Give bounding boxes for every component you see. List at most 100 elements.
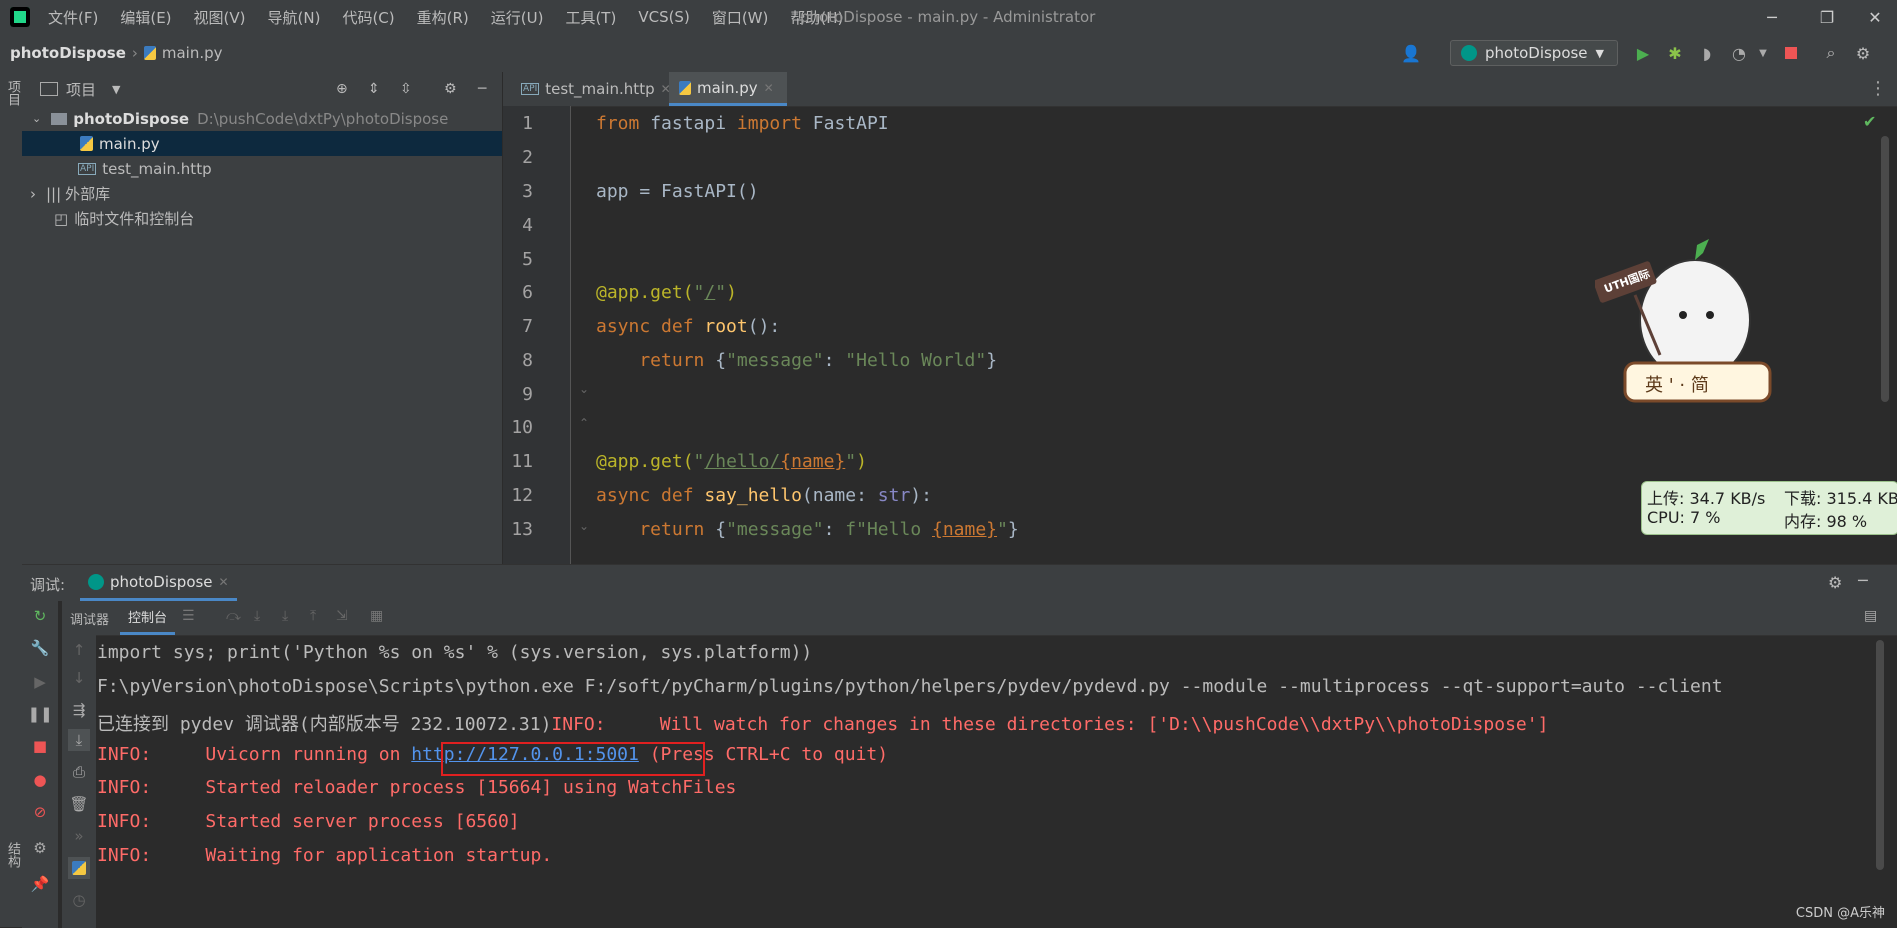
route-path: / (704, 282, 716, 303)
run-icon[interactable]: ▶ (1632, 42, 1654, 64)
keyword: async def (596, 485, 705, 506)
keyword: from (596, 113, 640, 134)
menu-file[interactable]: 文件(F) (48, 7, 98, 28)
scrollbar[interactable] (1881, 136, 1889, 402)
evaluate-icon[interactable]: ▦ (370, 608, 383, 624)
menu-run[interactable]: 运行(U) (491, 7, 544, 28)
expand-all-icon[interactable]: ⇕ (368, 81, 380, 97)
breadcrumb: photoDispose › main.py (10, 34, 223, 72)
more-options-icon[interactable]: ⋮ (1869, 78, 1887, 99)
check-icon: ✔ (1863, 112, 1877, 131)
root-path: D:\pushCode\dxtPy\photoDispose (197, 109, 449, 128)
menu-vcs[interactable]: VCS(S) (638, 8, 689, 26)
tree-item-scratches[interactable]: ◰ 临时文件和控制台 (22, 206, 502, 231)
close-icon[interactable]: ✕ (764, 81, 774, 95)
tab-test-main-http[interactable]: API test_main.http ✕ (511, 72, 671, 106)
python-file-icon (679, 80, 691, 95)
tree-root[interactable]: ⌄ photoDispose D:\pushCode\dxtPy\photoDi… (22, 106, 502, 131)
tree-item-external-libs[interactable]: › ||| 外部库 (22, 181, 502, 206)
console-line: F:\pyVersion\photoDispose\Scripts\python… (97, 676, 1723, 697)
highlight-box (441, 742, 705, 776)
folder-icon (51, 112, 68, 125)
punctuation: : (823, 519, 846, 540)
debug-icon[interactable]: ✱ (1664, 42, 1686, 64)
scratches-icon: ◰ (54, 209, 69, 228)
maximize-button[interactable]: ❐ (1805, 0, 1849, 34)
code-line-11: @app.get("/hello/{name}") (596, 451, 867, 472)
menu-window[interactable]: 窗口(W) (712, 7, 769, 28)
more-run-icon[interactable]: ▼ (1752, 42, 1774, 64)
tree-item-main-py[interactable]: main.py (22, 131, 502, 156)
tab-debugger[interactable]: 调试器 (62, 601, 117, 635)
python-file-icon (143, 46, 156, 60)
list-icon[interactable]: ☰ (182, 608, 195, 624)
hide-icon[interactable]: ─ (478, 81, 486, 97)
close-icon[interactable]: ✕ (219, 575, 229, 589)
coverage-icon[interactable]: ◗ (1696, 42, 1718, 64)
console-line: 已连接到 pydev 调试器(内部版本号 232.10072.31)INFO: … (97, 710, 1548, 736)
string: "Hello World" (845, 350, 987, 371)
gear-icon[interactable]: ⚙ (1828, 573, 1842, 592)
project-panel-title[interactable]: 项目 (66, 79, 96, 100)
breadcrumb-file[interactable]: main.py (162, 44, 223, 62)
code-line-12: async def say_hello(name: str): (596, 485, 932, 506)
menu-view[interactable]: 视图(V) (194, 7, 246, 28)
collapse-all-icon[interactable]: ⇳ (400, 81, 412, 97)
string: " (693, 451, 705, 472)
function-name: say_hello (704, 485, 802, 506)
step-into-icon[interactable]: ⤓ (254, 608, 260, 624)
f-string-param: {name} (932, 519, 998, 540)
user-icon[interactable]: 👤 (1400, 42, 1422, 64)
breadcrumb-project[interactable]: photoDispose (10, 44, 126, 62)
locate-icon[interactable]: ⊕ (336, 81, 348, 97)
menu-navigate[interactable]: 导航(N) (268, 7, 321, 28)
keyword: return (596, 350, 716, 371)
debug-session-label: photoDispose (110, 572, 213, 591)
console-line: INFO: Waiting for application startup. (97, 845, 553, 866)
layout-icon[interactable]: ▤ (1864, 608, 1877, 624)
project-tool-tab[interactable]: 项目 (3, 80, 22, 106)
download-speed: 下载: 315.4 KB (1784, 489, 1897, 508)
step-into-my-code-icon[interactable]: ⤓ (282, 608, 288, 624)
keyword: import (736, 113, 802, 134)
fastapi-icon (88, 573, 104, 590)
http-file-icon: API (78, 162, 97, 175)
gear-icon[interactable]: ⚙ (1852, 42, 1874, 64)
memory-usage: 内存: 98 % (1784, 512, 1868, 531)
search-icon[interactable]: ⌕ (1820, 42, 1842, 64)
keyword: async def (596, 316, 705, 337)
string: " (845, 451, 857, 472)
hide-icon[interactable]: ─ (1858, 571, 1868, 590)
menu-code[interactable]: 代码(C) (342, 7, 394, 28)
menu-refactor[interactable]: 重构(R) (417, 7, 469, 28)
close-button[interactable]: ✕ (1853, 0, 1897, 34)
tree-item-test-main-http[interactable]: API test_main.http (22, 156, 502, 181)
decorator: ) (856, 451, 867, 472)
gear-icon[interactable]: ⚙ (444, 81, 457, 97)
run-to-cursor-icon[interactable]: ⇲ (336, 608, 348, 624)
minimize-button[interactable]: ─ (1750, 0, 1794, 34)
chevron-down-icon[interactable]: ▼ (112, 83, 120, 96)
stop-icon[interactable] (1780, 42, 1802, 64)
step-over-icon[interactable]: ⤼ (226, 608, 241, 624)
menu-tools[interactable]: 工具(T) (565, 7, 616, 28)
tree-item-label: 外部库 (65, 185, 111, 203)
structure-tool-tab[interactable]: 结构 (3, 842, 22, 868)
chevron-down-icon: ⌄ (32, 112, 42, 125)
menu-edit[interactable]: 编辑(E) (120, 7, 171, 28)
console-output[interactable]: import sys; print('Python %s on %s' % (s… (22, 634, 1877, 927)
rerun-icon[interactable]: ↻ (29, 605, 51, 627)
tab-main-py[interactable]: main.py ✕ (669, 72, 787, 106)
tab-console[interactable]: 控制台 (120, 601, 176, 635)
debug-session-tab[interactable]: photoDispose ✕ (80, 565, 237, 601)
fastapi-icon (1461, 45, 1477, 61)
step-out-icon[interactable]: ⤒ (310, 608, 316, 624)
watermark: CSDN @A乐神 (1795, 906, 1885, 921)
run-config-selector[interactable]: photoDispose ▼ (1450, 40, 1618, 66)
punctuation: } (986, 350, 998, 371)
tree-item-label: main.py (99, 134, 160, 153)
console-scrollbar[interactable] (1876, 640, 1884, 870)
profile-icon[interactable]: ◔ (1728, 42, 1750, 64)
tree-item-label: 临时文件和控制台 (74, 210, 195, 228)
code-line-1: from fastapi import FastAPI (596, 113, 889, 134)
